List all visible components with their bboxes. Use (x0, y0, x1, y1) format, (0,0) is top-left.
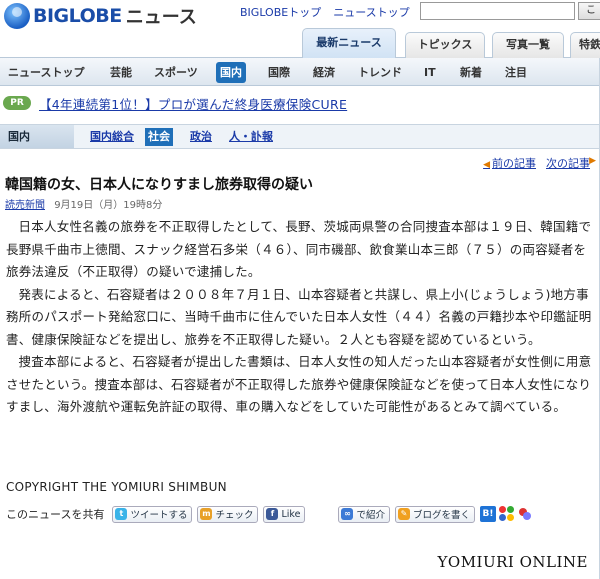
link-news-top[interactable]: ニューストップ (333, 4, 409, 20)
main-tabs: 最新ニュース トピックス 写真一覧 特鉄 (0, 28, 600, 59)
tab-topics[interactable]: トピックス (405, 32, 485, 58)
tab-latest-news[interactable]: 最新ニュース (302, 28, 396, 59)
copyright: COPYRIGHT THE YOMIURI SHIMBUN (6, 480, 227, 494)
sub-politics[interactable]: 政治 (187, 128, 215, 146)
next-article-link[interactable]: 次の記事 (546, 155, 590, 171)
article-paragraph: 捜査本部によると、石容疑者が提出した書類は、日本人女性の知人だった山本容疑者が女… (6, 354, 592, 414)
cat-it[interactable]: IT (420, 62, 440, 83)
right-arrow-icon: ▶ (589, 156, 596, 166)
write-blog-button[interactable]: ✎ ブログを書く (394, 505, 475, 523)
tweet-button[interactable]: t ツイートする (112, 505, 193, 523)
article-date: 9月19日（月）19時8分 (54, 200, 163, 211)
link-biglobe-top[interactable]: BIGLOBEトップ (240, 4, 321, 20)
cat-news-top[interactable]: ニューストップ (4, 62, 88, 83)
delicious-icon[interactable] (517, 506, 533, 522)
header: BIGLOBE ニュース BIGLOBEトップ ニューストップ こ (0, 0, 600, 30)
pr-row: PR 【4年連続第1位！】プロが選んだ終身医療保険CURE (0, 93, 347, 113)
prev-article-link[interactable]: ◀ 前の記事 (483, 155, 536, 171)
yomiuri-online-logo[interactable]: YOMIURI ONLINE (438, 553, 589, 571)
logo-text: BIGLOBE (33, 5, 122, 27)
cat-sports[interactable]: スポーツ (150, 62, 202, 83)
cat-entertainment[interactable]: 芸能 (106, 62, 136, 83)
search-button[interactable]: こ (578, 2, 600, 20)
share-bar: このニュースを共有 t ツイートする m チェック f Like ∞ で紹介 ✎ ブログを… (6, 503, 533, 525)
article-paragraph: 日本人女性名義の旅券を不正取得したとして、長野、茨城両県警の合同捜査本部は１９日… (6, 219, 592, 279)
biglobe-share-icon: ∞ (341, 508, 354, 520)
pr-ad-link[interactable]: 【4年連続第1位！】プロが選んだ終身医療保険CURE (39, 94, 347, 113)
cat-economy[interactable]: 経済 (309, 62, 339, 83)
sub-people-obituaries[interactable]: 人・訃報 (226, 128, 276, 146)
google-bookmark-icon[interactable] (498, 506, 515, 522)
cat-international[interactable]: 国際 (264, 62, 294, 83)
sub-domestic-general[interactable]: 国内総合 (87, 128, 137, 146)
introduce-button[interactable]: ∞ で紹介 (338, 505, 390, 523)
top-links: BIGLOBEトップ ニューストップ (240, 4, 410, 20)
globe-icon (4, 3, 30, 29)
article-title: 韓国籍の女、日本人になりすまし旅券取得の疑い (5, 177, 313, 193)
facebook-icon: f (266, 508, 279, 520)
category-nav: ニューストップ 芸能 スポーツ 国内 国際 経済 トレンド IT 新着 注目 (0, 58, 600, 86)
hatena-bookmark-button[interactable]: B! (479, 506, 496, 522)
cat-domestic[interactable]: 国内 (216, 62, 246, 83)
tab-photos[interactable]: 写真一覧 (492, 32, 564, 58)
biglobe-logo[interactable]: BIGLOBE ニュース (4, 3, 197, 29)
pr-badge: PR (3, 96, 31, 110)
left-arrow-icon: ◀ (483, 160, 490, 170)
search-input[interactable] (420, 2, 575, 20)
cat-new[interactable]: 新着 (456, 62, 486, 83)
tab-special[interactable]: 特鉄 (570, 32, 600, 58)
mixi-check-button[interactable]: m チェック (197, 505, 259, 523)
article-paragraph: 発表によると、石容疑者は２００８年７月１日、山本容疑者と共謀し、県上小(じょうし… (6, 286, 592, 347)
cat-featured[interactable]: 注目 (501, 62, 531, 83)
twitter-icon: t (115, 508, 128, 520)
facebook-like-button[interactable]: f Like (263, 505, 306, 523)
article-body: 日本人女性名義の旅券を不正取得したとして、長野、茨城両県警の合同捜査本部は１９日… (6, 216, 596, 419)
article-meta: 読売新聞 9月19日（月）19時8分 (5, 196, 162, 211)
cat-trend[interactable]: トレンド (354, 62, 406, 83)
pencil-icon: ✎ (397, 508, 410, 520)
share-label: このニュースを共有 (6, 508, 105, 521)
article-nav: ◀ 前の記事 次の記事 (483, 155, 590, 171)
article-source[interactable]: 読売新聞 (5, 200, 45, 211)
sub-nav: 国内 国内総合 社会 政治 人・訃報 (0, 124, 600, 149)
sub-nav-heading: 国内 (0, 125, 74, 148)
logo-subtitle: ニュース (125, 7, 197, 28)
sub-society[interactable]: 社会 (145, 128, 173, 146)
mixi-icon: m (200, 508, 213, 520)
